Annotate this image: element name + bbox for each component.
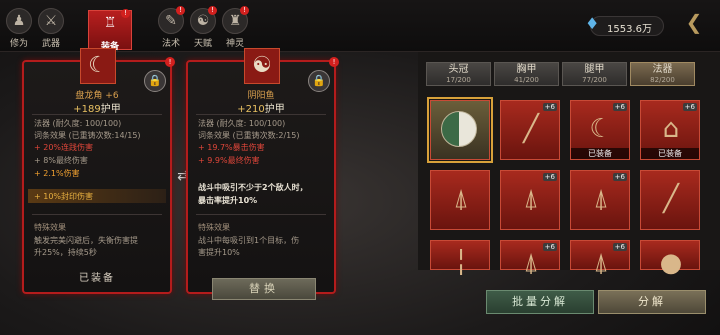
notification-badge: ! (176, 6, 185, 15)
stat-line: + 20%连践伤害 (34, 143, 94, 152)
slot-tab-legs[interactable]: 腿甲 77/200 (562, 62, 627, 86)
slot-tab-count: 41/200 (514, 76, 539, 84)
upgrade-badge: +6 (612, 103, 627, 111)
horn-icon: ☾ (589, 114, 613, 144)
replace-button[interactable]: 替换 (212, 278, 316, 300)
special-text: 战斗中每吸引到1个目标，伤 (198, 236, 300, 245)
person-icon: ♟ (6, 8, 32, 34)
upgrade-badge: +6 (542, 103, 557, 111)
tab-cultivation[interactable]: ♟ 修为 (4, 8, 34, 50)
upgrade-badge: +6 (612, 173, 627, 181)
inventory-item[interactable]: ╱ (640, 170, 700, 230)
tab-label: 天赋 (193, 39, 212, 49)
inventory-item[interactable]: ⌂ +6 已装备 (640, 100, 700, 160)
affix-line: 词条效果 (已重铸次数:14/15) (34, 131, 141, 140)
item-type-line: 法器 (耐久度: 100/100) (34, 119, 122, 128)
inventory-item[interactable]: ● (640, 240, 700, 278)
slot-tab-chest[interactable]: 胸甲 41/200 (494, 62, 559, 86)
inventory-item[interactable]: ╱ +6 (500, 100, 560, 160)
combat-text: 暴击率提升10% (198, 196, 258, 205)
special-text: 害提升10% (198, 248, 240, 257)
divider (196, 114, 326, 115)
stat-line: + 10%封印伤害 (34, 192, 94, 201)
tab-label: 武器 (41, 39, 60, 49)
armor-value: +189护甲 (73, 104, 121, 115)
upgrade-badge: +6 (542, 243, 557, 251)
inventory-item[interactable]: ⍋ +6 (500, 170, 560, 230)
stat-line: + 9.9%最终伤害 (198, 156, 260, 165)
tab-deity[interactable]: ♜ 神灵 ! (220, 6, 250, 50)
staff-icon: ╱ (663, 184, 679, 214)
equipped-status: 已装备 (79, 273, 115, 284)
tab-talent[interactable]: ☯ 天赋 ! (188, 6, 218, 50)
tab-spell[interactable]: ✎ 法术 ! (156, 6, 186, 50)
notification-badge: ! (329, 57, 339, 67)
divider (32, 114, 162, 115)
slot-tab-label: 头冠 (448, 64, 469, 75)
divider (196, 214, 326, 215)
compare-item-card: ! ☯ 🔒 阴阳鱼 +210护甲 法器 (耐久度: 100/100) 词条效果 … (186, 48, 339, 294)
divider (32, 214, 162, 215)
equipped-label: 已装备 (641, 148, 699, 159)
notification-badge: ! (165, 57, 175, 67)
equipped-item-card: ! ☾ 🔒 盘龙角 +6 +189护甲 法器 (耐久度: 100/100) 词条… (22, 48, 175, 294)
inventory-item[interactable]: ⍋ +6 (570, 170, 630, 230)
slot-tab-helmet[interactable]: 头冠 17/200 (426, 62, 491, 86)
tab-equipment[interactable]: ♖ 装备 ! (88, 9, 132, 52)
tab-weapon[interactable]: ⚔ 武器 (36, 8, 66, 50)
combat-text: 战斗中吸引不少于2个敌人时， (198, 183, 308, 192)
slot-tab-count: 17/200 (446, 76, 471, 84)
special-title: 特殊效果 (34, 223, 66, 232)
stat-line: + 8%最终伤害 (34, 156, 88, 165)
slot-tab-label: 腿甲 (584, 64, 605, 75)
notification-badge: ! (121, 9, 130, 18)
slot-tab-label: 法器 (652, 64, 673, 75)
notification-badge: ! (240, 6, 249, 15)
inventory-item[interactable]: ⍋ +6 (500, 240, 560, 278)
flute-icon: ╱ (523, 114, 539, 144)
bell-icon: ⍋ (593, 184, 609, 214)
armor-value: +210护甲 (237, 104, 285, 115)
yinyang-icon (441, 111, 477, 147)
stat-line: + 2.1%伤害 (34, 169, 80, 178)
gourd-icon: ● (659, 248, 683, 278)
currency-value: 1553.6万 (607, 24, 652, 35)
special-text: 触发完美闪避后，失衡伤害提 (34, 236, 138, 245)
notification-badge: ! (208, 6, 217, 15)
affix-line: 词条效果 (已重铸次数:2/15) (198, 131, 300, 140)
quick-dismantle-button[interactable]: 批量分解 (486, 290, 594, 314)
flute-icon: ╎ (453, 248, 469, 278)
inventory-item[interactable] (427, 97, 493, 163)
tab-label: 修为 (9, 39, 28, 49)
slot-tab-label: 胸甲 (516, 64, 537, 75)
tab-label: 法术 (161, 39, 180, 49)
bell-icon: ⍋ (523, 184, 539, 214)
hanger-icon: ⌂ (662, 114, 680, 144)
dismantle-button[interactable]: 分解 (598, 290, 706, 314)
item-type-line: 法器 (耐久度: 100/100) (198, 119, 286, 128)
yinyang-icon: ☯ (244, 48, 280, 84)
sword-icon: ⚔ (38, 8, 64, 34)
back-icon[interactable]: ❮ (682, 10, 706, 38)
special-title: 特殊效果 (198, 223, 230, 232)
horn-icon: ☾ (80, 48, 116, 84)
upgrade-badge: +6 (682, 103, 697, 111)
currency-display: ♦ 1553.6万 (585, 14, 664, 36)
inventory-item[interactable]: ⍋ +6 (570, 240, 630, 278)
bell-icon: ⍋ (453, 184, 469, 214)
crystal-icon: ♦ (585, 14, 600, 33)
slot-tab-artifact[interactable]: 法器 82/200 (630, 62, 695, 86)
inventory-item[interactable]: ╎ (430, 240, 490, 278)
stat-line: + 19.7%暴击伤害 (198, 143, 265, 152)
slot-tab-count: 77/200 (582, 76, 607, 84)
inventory-item[interactable]: ☾ +6 已装备 (570, 100, 630, 160)
upgrade-badge: +6 (612, 243, 627, 251)
slot-tab-count: 82/200 (650, 76, 675, 84)
upgrade-badge: +6 (542, 173, 557, 181)
equipped-label: 已装备 (571, 148, 629, 159)
inventory-item[interactable]: ⍋ (430, 170, 490, 230)
special-text: 升25%，持续5秒 (34, 248, 97, 257)
armor-icon: ♖ (103, 15, 117, 31)
